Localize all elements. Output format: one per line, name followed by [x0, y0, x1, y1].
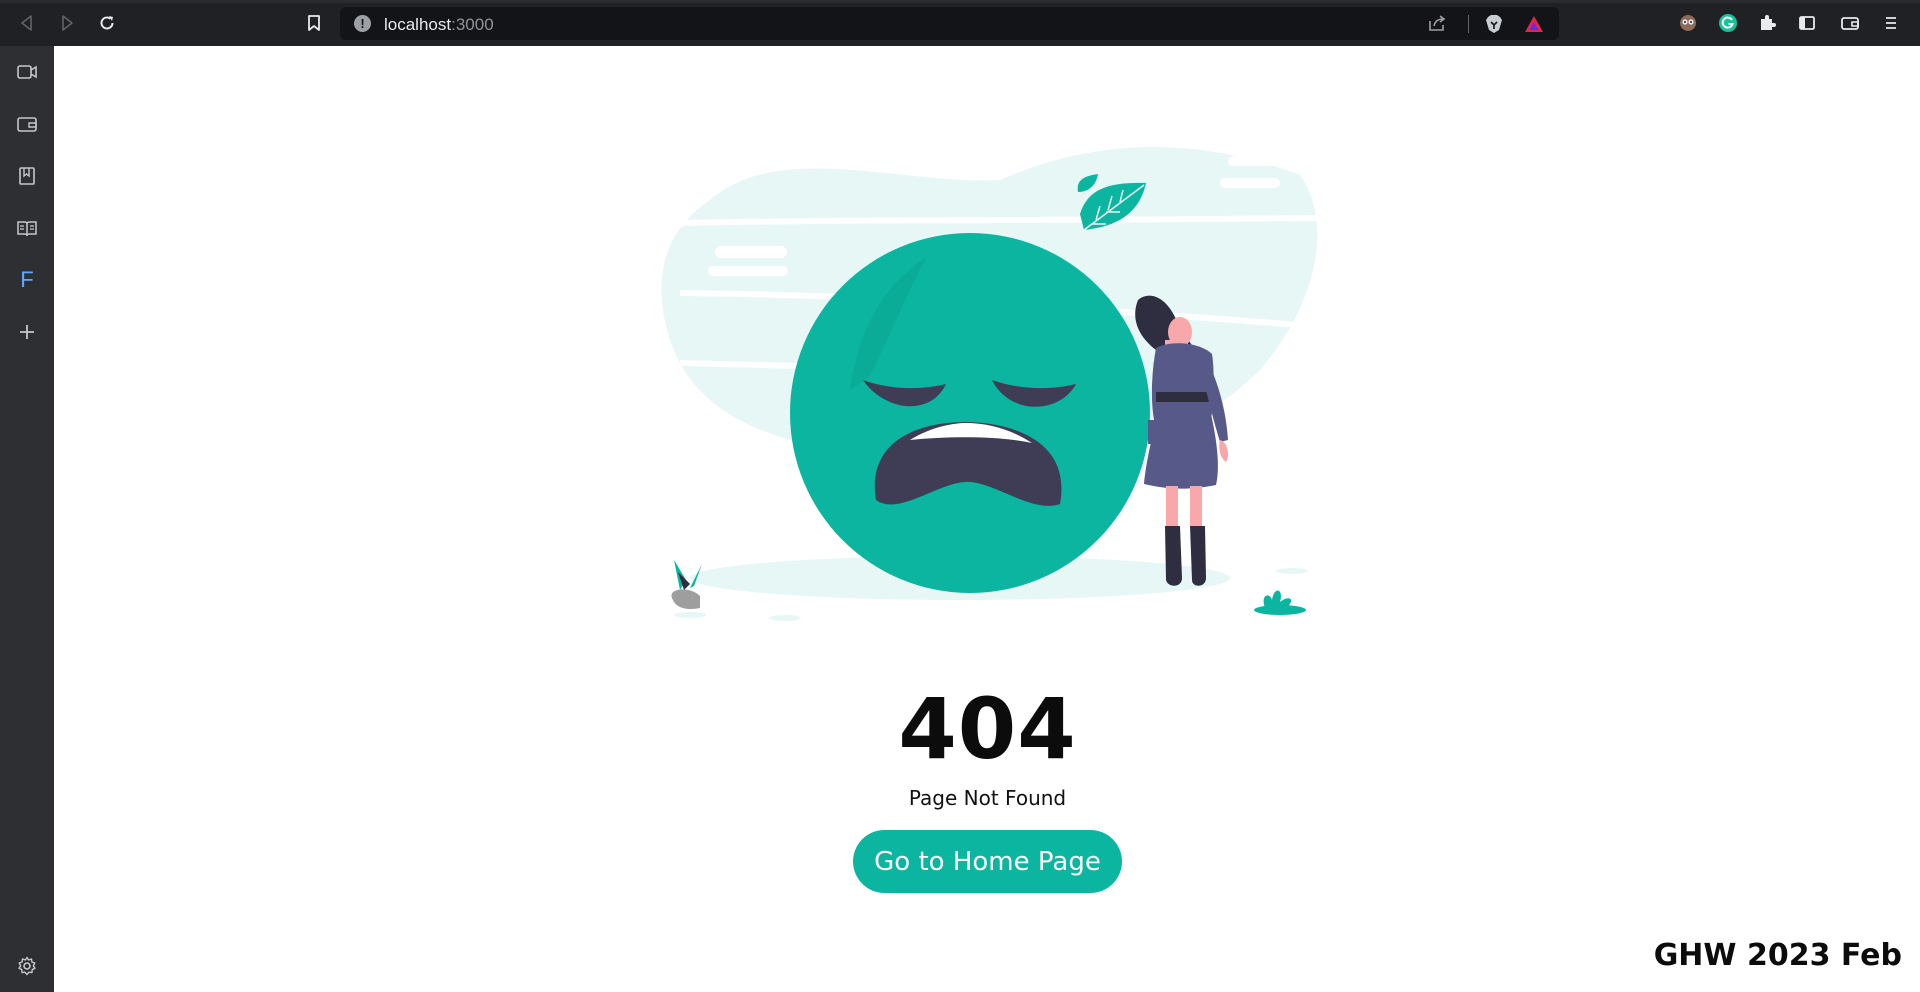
- error-message: Page Not Found: [908, 786, 1067, 810]
- sidebar-toggle-button[interactable]: [1793, 9, 1821, 37]
- brave-rewards-button[interactable]: [1523, 13, 1545, 40]
- puzzle-icon: [1761, 15, 1776, 30]
- wallet-button[interactable]: [1836, 9, 1864, 37]
- sidebar-item-wallet[interactable]: [13, 110, 41, 138]
- url-text[interactable]: localhost:3000: [384, 15, 494, 35]
- share-icon: [1429, 15, 1446, 31]
- browser-toolbar: ! localhost:3000: [0, 0, 1920, 46]
- rewards-triangle-icon: [1525, 16, 1543, 32]
- face-extension-icon: [1680, 15, 1696, 31]
- bookmark-button[interactable]: [300, 9, 328, 37]
- grammarly-button[interactable]: [1714, 9, 1742, 37]
- video-call-icon: [17, 65, 37, 79]
- error-code: 404: [898, 680, 1077, 778]
- address-bar[interactable]: ! localhost:3000: [340, 7, 1559, 40]
- site-info-icon[interactable]: !: [354, 15, 371, 32]
- bookmark-icon: [308, 15, 320, 31]
- sidebar-item-reading-list[interactable]: [13, 214, 41, 242]
- sidebar-item-talk[interactable]: [13, 58, 41, 86]
- sidebar-item-f[interactable]: F: [13, 266, 41, 294]
- wallet-icon: [17, 117, 37, 132]
- plus-icon: [20, 325, 34, 339]
- sidebar-item-bookmarks[interactable]: [13, 162, 41, 190]
- f-letter-icon: F: [20, 267, 34, 292]
- extensions-button[interactable]: [1753, 9, 1781, 37]
- tab-strip-edge: [0, 0, 1920, 3]
- grammarly-icon: [1719, 14, 1737, 32]
- sidebar-item-add[interactable]: [13, 318, 41, 346]
- watermark-label: GHW 2023 Feb: [1653, 938, 1902, 973]
- back-arrow-icon: [21, 15, 32, 31]
- sidebar-panel-icon: [1799, 16, 1815, 30]
- url-port: :3000: [451, 15, 494, 34]
- wallet-icon: [1841, 17, 1859, 30]
- omnibox-divider: [1468, 15, 1469, 33]
- url-host: localhost: [384, 15, 452, 34]
- brave-lion-icon: [1486, 15, 1502, 33]
- menu-button[interactable]: [1877, 9, 1905, 37]
- share-button[interactable]: [1426, 12, 1448, 39]
- go-home-button[interactable]: Go to Home Page: [853, 830, 1122, 893]
- sad-face: [790, 233, 1150, 593]
- brave-shields-button[interactable]: [1483, 13, 1505, 40]
- forward-button[interactable]: [53, 9, 81, 37]
- back-button[interactable]: [13, 9, 41, 37]
- browser-sidebar: F: [0, 46, 54, 992]
- forward-arrow-icon: [62, 15, 73, 31]
- gear-icon: [18, 956, 36, 976]
- bookmarks-icon: [19, 167, 35, 185]
- reload-icon: [100, 16, 114, 30]
- reload-button[interactable]: [93, 9, 121, 37]
- extension-button[interactable]: [1674, 9, 1702, 37]
- hamburger-menu-icon: [1886, 17, 1896, 29]
- sad-face-illustration: [661, 147, 1320, 621]
- reading-list-icon: [17, 221, 37, 237]
- sidebar-settings-button[interactable]: [13, 952, 41, 980]
